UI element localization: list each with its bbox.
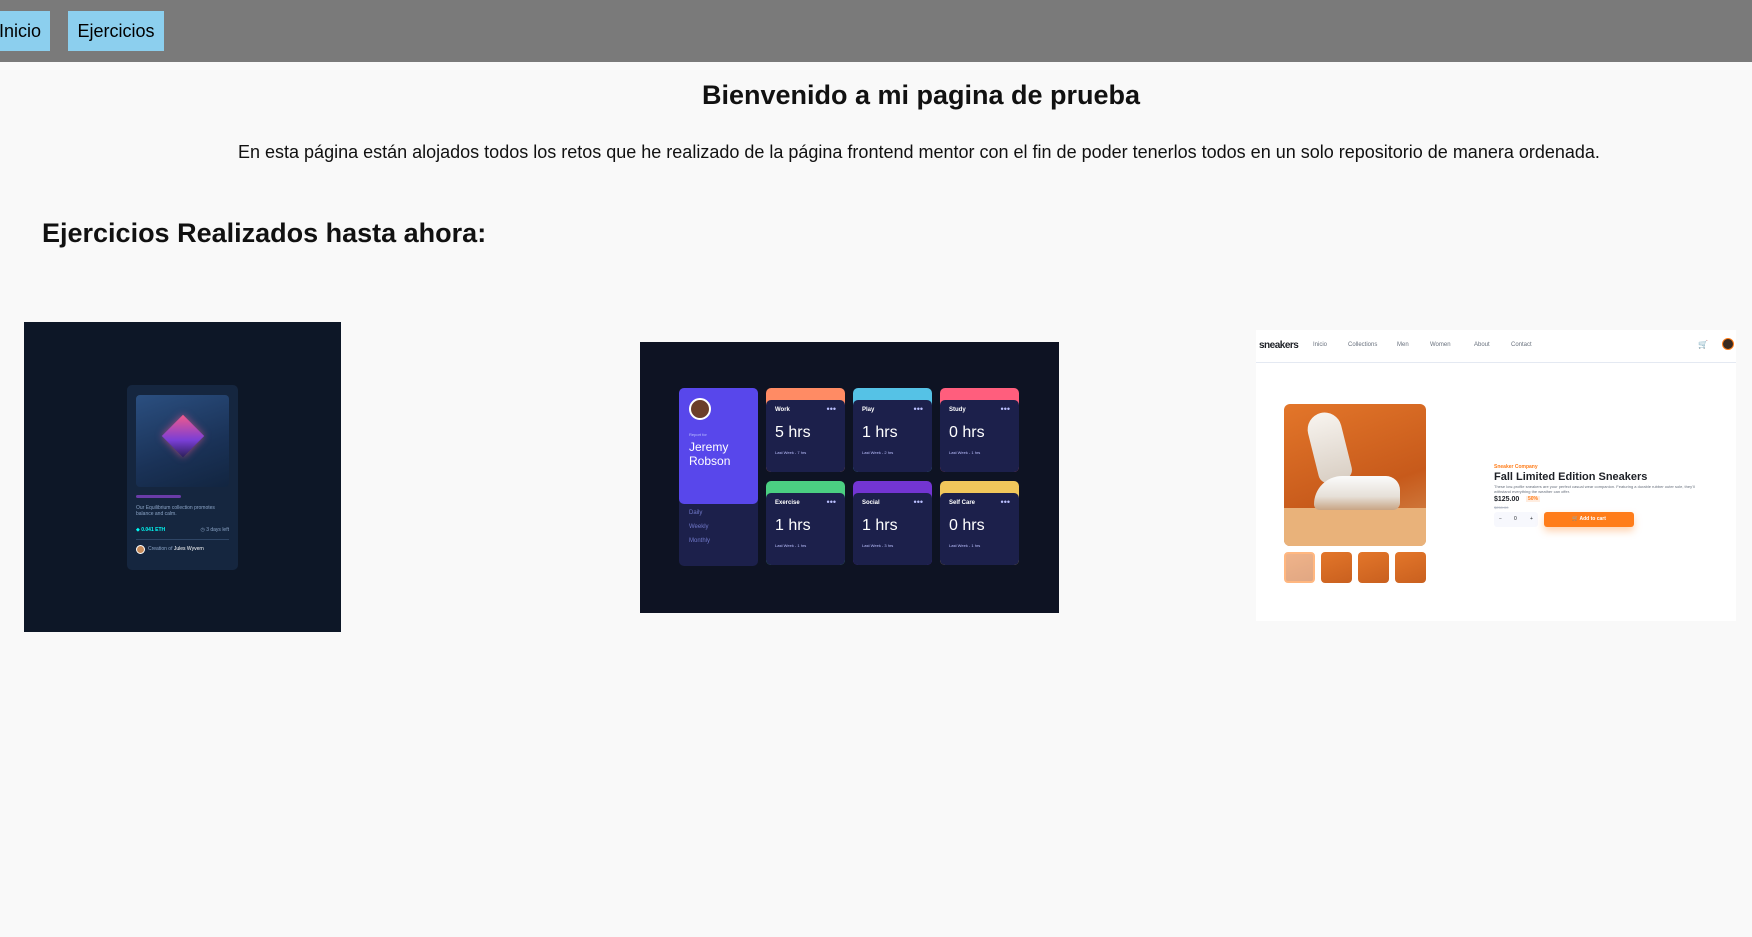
exercise-thumbnail-sneakers[interactable]: sneakers Inicio Collections Men Women Ab… — [1256, 330, 1736, 621]
product-price: $125.00 — [1494, 496, 1520, 503]
period-daily: Daily — [689, 510, 703, 516]
activity-hours: 5 hrs — [775, 424, 811, 441]
minus-icon: − — [1499, 516, 1502, 522]
image-floor — [1284, 508, 1426, 546]
activity-hours: 0 hrs — [949, 517, 985, 534]
activity-card: Play ••• 1 hrs Last Week - 2 hrs — [853, 388, 932, 472]
sneakers-nav-item: Men — [1397, 342, 1409, 348]
top-navigation-bar: Inicio Ejercicios — [0, 0, 1752, 62]
discount-badge: 50% — [1526, 496, 1541, 502]
activity-last-week: Last Week - 3 hrs — [862, 543, 894, 548]
activity-card-body: Exercise ••• 1 hrs Last Week - 1 hrs — [766, 493, 845, 565]
activity-last-week: Last Week - 2 hrs — [862, 450, 894, 455]
section-title: Ejercicios Realizados hasta ahora: — [42, 218, 487, 248]
activity-card: Work ••• 5 hrs Last Week - 7 hrs — [766, 388, 845, 472]
ellipsis-icon: ••• — [826, 404, 836, 414]
plus-icon: + — [1530, 516, 1533, 522]
activity-card: Exercise ••• 1 hrs Last Week - 1 hrs — [766, 481, 845, 565]
dashboard-profile-card: Report for Jeremy Robson Daily Weekly Mo… — [679, 388, 758, 566]
cube-graphic — [161, 414, 205, 458]
nft-card: Our Equilibrium collection promotes bala… — [127, 385, 238, 570]
avatar — [689, 398, 711, 420]
ellipsis-icon: ••• — [1000, 404, 1010, 414]
nft-equilibrium-image — [136, 395, 229, 487]
period-monthly: Monthly — [689, 538, 711, 544]
activity-card: Social ••• 1 hrs Last Week - 3 hrs — [853, 481, 932, 565]
activity-card-body: Play ••• 1 hrs Last Week - 2 hrs — [853, 400, 932, 472]
activity-card: Self Care ••• 0 hrs Last Week - 1 hrs — [940, 481, 1019, 565]
page-title: Bienvenido a mi pagina de prueba — [701, 80, 1141, 110]
ellipsis-icon: ••• — [1000, 497, 1010, 507]
activity-hours: 1 hrs — [862, 517, 898, 534]
shoe-graphic — [1314, 476, 1400, 510]
nft-eth-price: ◆ 0.041 ETH — [136, 527, 166, 533]
sneakers-nav-item: About — [1474, 342, 1490, 348]
report-for-label: Report for — [689, 432, 707, 437]
exercise-thumbnail-nft-card[interactable]: Our Equilibrium collection promotes bala… — [24, 322, 341, 632]
sneakers-nav-item: Women — [1430, 342, 1451, 348]
product-title: Fall Limited Edition Sneakers — [1494, 471, 1648, 483]
quantity-stepper: − 0 + — [1494, 512, 1538, 527]
activity-label: Exercise — [775, 500, 800, 506]
product-thumbnail — [1358, 552, 1389, 583]
nft-divider — [136, 539, 229, 540]
activity-card: Study ••• 0 hrs Last Week - 1 hrs — [940, 388, 1019, 472]
activity-label: Play — [862, 407, 875, 413]
old-price: $250.00 — [1494, 505, 1509, 510]
company-label: Sneaker Company — [1494, 464, 1538, 470]
sneakers-nav-item: Collections — [1348, 342, 1378, 348]
ellipsis-icon: ••• — [913, 404, 923, 414]
exercise-thumbnail-time-tracking[interactable]: Report for Jeremy Robson Daily Weekly Mo… — [640, 342, 1059, 613]
activity-label: Work — [775, 407, 790, 413]
creator-name: Jules Wyvern — [173, 546, 204, 552]
activity-card-body: Work ••• 5 hrs Last Week - 7 hrs — [766, 400, 845, 472]
sneakers-logo: sneakers — [1259, 340, 1299, 351]
nft-creator: Creation of Jules Wyvern — [148, 546, 204, 552]
creator-prefix: Creation of — [148, 546, 173, 552]
activity-label: Self Care — [949, 500, 976, 506]
product-thumbnail — [1284, 552, 1315, 583]
sneaker-product-image — [1284, 404, 1426, 546]
nft-description: Our Equilibrium collection promotes bala… — [136, 505, 215, 517]
nav-inicio-button[interactable]: Inicio — [0, 11, 50, 51]
activity-hours: 1 hrs — [775, 517, 811, 534]
sneakers-nav-item: Inicio — [1313, 342, 1328, 348]
nav-ejercicios-button[interactable]: Ejercicios — [68, 11, 164, 51]
activity-card-body: Social ••• 1 hrs Last Week - 3 hrs — [853, 493, 932, 565]
quantity-value: 0 — [1514, 516, 1517, 522]
dashboard-profile-header: Report for Jeremy Robson — [679, 388, 758, 504]
ellipsis-icon: ••• — [913, 497, 923, 507]
avatar — [1722, 338, 1734, 350]
avatar — [136, 545, 145, 554]
activity-last-week: Last Week - 1 hrs — [949, 450, 981, 455]
product-thumbnail — [1395, 552, 1426, 583]
activity-last-week: Last Week - 1 hrs — [949, 543, 981, 548]
activity-label: Study — [949, 407, 966, 413]
sneakers-nav-item: Contact — [1511, 342, 1532, 348]
cart-icon: 🛒 — [1698, 340, 1708, 349]
shoe-graphic — [1304, 408, 1354, 486]
activity-last-week: Last Week - 7 hrs — [775, 450, 807, 455]
ellipsis-icon: ••• — [826, 497, 836, 507]
activity-last-week: Last Week - 1 hrs — [775, 543, 807, 548]
activity-card-body: Study ••• 0 hrs Last Week - 1 hrs — [940, 400, 1019, 472]
intro-paragraph: En esta página están alojados todos los … — [238, 142, 1600, 162]
period-weekly: Weekly — [689, 524, 709, 530]
nft-days-left: ◷ 3 days left — [200, 527, 229, 533]
activity-label: Social — [862, 500, 880, 506]
product-thumbnail — [1321, 552, 1352, 583]
product-description: These low-profile sneakers are your perf… — [1494, 484, 1695, 494]
add-to-cart-button: 🛒 Add to cart — [1544, 512, 1634, 527]
activity-hours: 1 hrs — [862, 424, 898, 441]
activity-hours: 0 hrs — [949, 424, 985, 441]
nft-title-placeholder — [136, 495, 181, 498]
activity-card-body: Self Care ••• 0 hrs Last Week - 1 hrs — [940, 493, 1019, 565]
header-divider — [1256, 362, 1736, 363]
profile-name: Jeremy Robson — [689, 440, 731, 468]
